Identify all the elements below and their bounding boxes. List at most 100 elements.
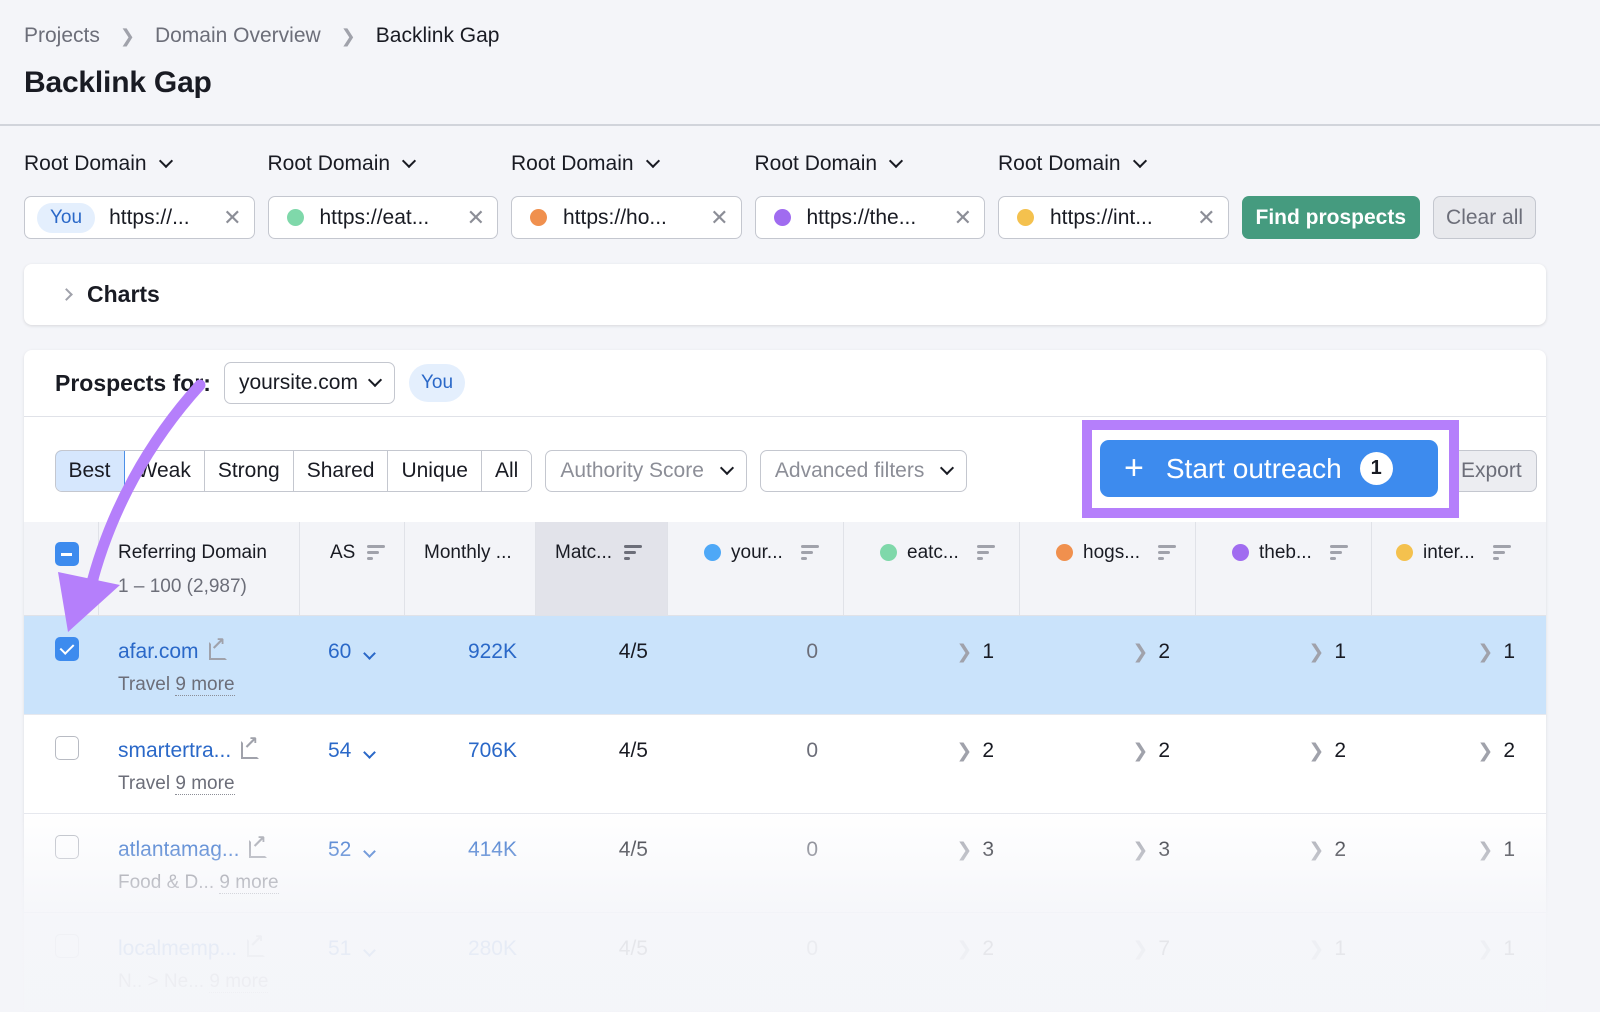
tab-weak[interactable]: Weak — [124, 451, 205, 491]
breadcrumb-projects[interactable]: Projects — [24, 24, 100, 48]
sort-icon[interactable] — [624, 545, 643, 560]
domain-input-competitor[interactable]: https://int... ✕ — [998, 196, 1229, 239]
competitor-backlinks-cell[interactable]: ❯ 1 — [1196, 616, 1372, 714]
table-row[interactable]: localmemp... N.. > Ne... 9 more 51 280K 4/… — [24, 913, 1546, 1012]
competitor-backlinks-cell[interactable]: ❯ 2 — [1020, 616, 1196, 714]
monthly-visits-value[interactable]: 706K — [468, 739, 517, 762]
tab-strong[interactable]: Strong — [204, 451, 294, 491]
domain-type-dropdown[interactable]: Root Domain — [24, 152, 268, 176]
competitor-backlinks-cell[interactable]: ❯ 2 — [844, 913, 1020, 1011]
header-competitor[interactable]: eatc... — [844, 522, 1020, 615]
domain-type-dropdown[interactable]: Root Domain — [998, 152, 1242, 176]
sort-icon[interactable] — [1158, 545, 1177, 560]
competitor-backlinks-cell[interactable]: ❯ 2 — [844, 715, 1020, 813]
clear-all-button[interactable]: Clear all — [1433, 196, 1537, 239]
competitor-backlinks-cell[interactable]: ❯ 2 — [1020, 715, 1196, 813]
table-row[interactable]: atlantamag... Food & D... 9 more 52 414K 4… — [24, 814, 1546, 913]
charts-title: Charts — [87, 281, 160, 307]
authority-score-filter[interactable]: Authority Score — [545, 450, 747, 492]
tab-shared[interactable]: Shared — [293, 451, 389, 491]
referring-domain-link[interactable]: smartertra... — [118, 739, 231, 762]
page-header: Projects ❯ Domain Overview ❯ Backlink Ga… — [0, 0, 1600, 126]
header-competitor[interactable]: your... — [668, 522, 844, 615]
more-categories-link[interactable]: 9 more — [219, 872, 279, 894]
advanced-filters-dropdown[interactable]: Advanced filters — [759, 450, 968, 492]
competitor-backlinks-cell[interactable]: ❯ 7 — [1020, 913, 1196, 1011]
monthly-visits-value[interactable]: 414K — [468, 838, 517, 861]
header-competitor[interactable]: inter... — [1372, 522, 1546, 615]
close-icon[interactable]: ✕ — [223, 205, 241, 231]
as-cell[interactable]: 52 — [300, 814, 405, 912]
monthly-visits-value[interactable]: 922K — [468, 640, 517, 663]
competitor-backlinks-cell[interactable]: ❯ 1 — [1196, 913, 1372, 1011]
find-prospects-button[interactable]: Find prospects — [1241, 196, 1421, 239]
competitor-backlinks-cell[interactable]: ❯ 3 — [1020, 814, 1196, 912]
external-link-icon[interactable] — [241, 733, 260, 759]
chevron-right-icon: ❯ — [1308, 939, 1325, 960]
header-competitor[interactable]: theb... — [1196, 522, 1372, 615]
header-competitor[interactable]: hogs... — [1020, 522, 1196, 615]
tab-all[interactable]: All — [482, 451, 532, 491]
domain-input-value: https://ho... — [563, 205, 667, 229]
breadcrumb: Projects ❯ Domain Overview ❯ Backlink Ga… — [24, 22, 1576, 50]
breadcrumb-domain-overview[interactable]: Domain Overview — [155, 24, 321, 48]
chevron-right-icon: ❯ — [1477, 642, 1494, 663]
header-as[interactable]: AS — [300, 522, 405, 615]
table-row[interactable]: afar.com Travel 9 more 60922K4/50❯1❯2❯1❯… — [24, 616, 1546, 715]
as-cell[interactable]: 51 — [300, 913, 405, 1011]
sort-icon[interactable] — [1492, 545, 1511, 560]
as-cell[interactable]: 60 — [300, 616, 405, 714]
row-checkbox[interactable] — [55, 934, 79, 958]
competitor-backlinks-cell[interactable]: ❯ 2 — [1196, 814, 1372, 912]
referring-domain-link[interactable]: localmemp... — [118, 937, 237, 960]
row-checkbox[interactable] — [55, 835, 79, 859]
tab-best[interactable]: Best — [56, 451, 125, 491]
referring-domain-link[interactable]: afar.com — [118, 640, 199, 663]
row-checkbox[interactable] — [55, 637, 79, 661]
header-monthly-visits[interactable]: Monthly ... — [405, 522, 536, 615]
domain-input-competitor[interactable]: https://eat... ✕ — [267, 196, 498, 239]
more-categories-link[interactable]: 9 more — [175, 773, 235, 795]
external-link-icon[interactable] — [208, 634, 227, 660]
competitor-backlinks-cell[interactable]: ❯ 3 — [844, 814, 1020, 912]
competitor-backlinks-cell[interactable]: ❯ 2 — [1372, 715, 1546, 813]
competitor-backlinks-cell[interactable]: ❯ 1 — [1372, 814, 1546, 912]
matches-value: 4/5 — [618, 838, 648, 861]
table-row[interactable]: smartertra... Travel 9 more 54706K4/50❯2… — [24, 715, 1546, 814]
sort-icon[interactable] — [800, 545, 819, 560]
competitor-backlinks-cell[interactable]: ❯ 1 — [1372, 913, 1546, 1011]
start-outreach-button[interactable]: + Start outreach 1 — [1100, 440, 1438, 497]
header-referring-domain[interactable]: Referring Domain 1 – 100 (2,987) — [99, 522, 300, 615]
domain-type-dropdown[interactable]: Root Domain — [511, 152, 755, 176]
site-select-dropdown[interactable]: yoursite.com — [223, 362, 395, 404]
row-checkbox[interactable] — [55, 736, 79, 760]
sort-icon[interactable] — [976, 545, 995, 560]
external-link-icon[interactable] — [249, 832, 268, 858]
domain-input-competitor[interactable]: https://ho... ✕ — [511, 196, 742, 239]
select-all-checkbox[interactable] — [55, 542, 79, 566]
competitor-backlinks-cell[interactable]: ❯ 1 — [1372, 616, 1546, 714]
competitor-header-label: your... — [731, 542, 783, 563]
monthly-visits-value[interactable]: 280K — [468, 937, 517, 960]
chevron-down-icon — [645, 153, 660, 169]
domain-input-you[interactable]: You https://... ✕ — [24, 196, 255, 239]
charts-panel-toggle[interactable]: Charts — [24, 264, 1546, 325]
competitor-backlinks-cell[interactable]: ❯ 1 — [844, 616, 1020, 714]
as-cell[interactable]: 54 — [300, 715, 405, 813]
more-categories-link[interactable]: 9 more — [175, 674, 235, 696]
domain-input-competitor[interactable]: https://the... ✕ — [754, 196, 985, 239]
more-categories-link[interactable]: 9 more — [209, 971, 269, 993]
close-icon[interactable]: ✕ — [954, 205, 972, 231]
competitor-backlinks-cell[interactable]: ❯ 2 — [1196, 715, 1372, 813]
close-icon[interactable]: ✕ — [467, 205, 485, 231]
header-matches[interactable]: Matc... — [536, 522, 668, 615]
tab-unique[interactable]: Unique — [388, 451, 482, 491]
domain-type-dropdown[interactable]: Root Domain — [755, 152, 999, 176]
external-link-icon[interactable] — [247, 931, 266, 957]
sort-icon[interactable] — [1329, 545, 1348, 560]
close-icon[interactable]: ✕ — [710, 205, 728, 231]
close-icon[interactable]: ✕ — [1197, 205, 1215, 231]
domain-type-dropdown[interactable]: Root Domain — [268, 152, 512, 176]
sort-icon[interactable] — [367, 545, 386, 560]
referring-domain-link[interactable]: atlantamag... — [118, 838, 239, 861]
